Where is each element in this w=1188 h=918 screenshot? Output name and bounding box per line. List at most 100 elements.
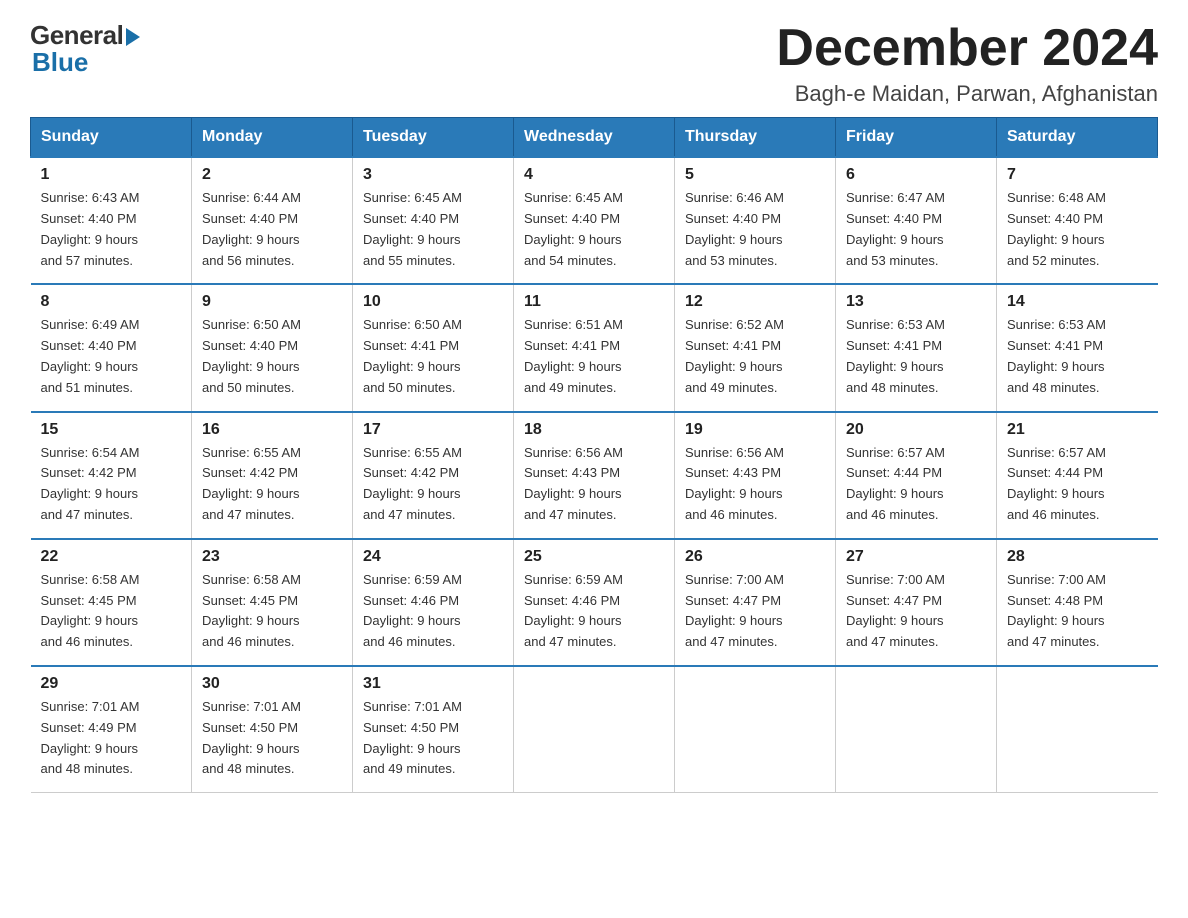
location-text: Bagh-e Maidan, Parwan, Afghanistan [776, 81, 1158, 107]
day-info: Sunrise: 6:47 AMSunset: 4:40 PMDaylight:… [846, 188, 986, 271]
calendar-cell: 3Sunrise: 6:45 AMSunset: 4:40 PMDaylight… [353, 157, 514, 284]
day-number: 7 [1007, 166, 1148, 184]
day-info: Sunrise: 6:46 AMSunset: 4:40 PMDaylight:… [685, 188, 825, 271]
day-info: Sunrise: 7:00 AMSunset: 4:47 PMDaylight:… [685, 570, 825, 653]
day-number: 28 [1007, 548, 1148, 566]
calendar-cell: 28 Sunrise: 7:00 AMSunset: 4:48 PMDayligh… [997, 539, 1158, 666]
day-info: Sunrise: 6:59 AMSunset: 4:46 PMDaylight:… [363, 570, 503, 653]
weekday-header-monday: Monday [192, 118, 353, 158]
logo: General Blue [30, 20, 140, 78]
day-number: 12 [685, 293, 825, 311]
day-info: Sunrise: 6:50 AMSunset: 4:40 PMDaylight:… [202, 315, 342, 398]
day-number: 13 [846, 293, 986, 311]
logo-triangle-icon [126, 28, 140, 46]
calendar-cell: 22Sunrise: 6:58 AMSunset: 4:45 PMDayligh… [31, 539, 192, 666]
day-number: 14 [1007, 293, 1148, 311]
calendar-cell: 26 Sunrise: 7:00 AMSunset: 4:47 PMDayligh… [675, 539, 836, 666]
day-number: 26 [685, 548, 825, 566]
calendar-cell: 1Sunrise: 6:43 AMSunset: 4:40 PMDaylight… [31, 157, 192, 284]
page-header: General Blue December 2024 Bagh-e Maidan… [30, 20, 1158, 107]
day-number: 10 [363, 293, 503, 311]
day-number: 23 [202, 548, 342, 566]
day-info: Sunrise: 6:59 AMSunset: 4:46 PMDaylight:… [524, 570, 664, 653]
calendar-cell: 16Sunrise: 6:55 AMSunset: 4:42 PMDayligh… [192, 412, 353, 539]
calendar-week-row: 15 Sunrise: 6:54 AMSunset: 4:42 PMDayligh… [31, 412, 1158, 539]
day-info: Sunrise: 6:54 AMSunset: 4:42 PMDaylight:… [41, 443, 182, 526]
day-info: Sunrise: 6:44 AMSunset: 4:40 PMDaylight:… [202, 188, 342, 271]
day-number: 17 [363, 421, 503, 439]
day-info: Sunrise: 7:01 AMSunset: 4:50 PMDaylight:… [202, 697, 342, 780]
calendar-cell: 14 Sunrise: 6:53 AMSunset: 4:41 PMDayligh… [997, 284, 1158, 411]
weekday-header-sunday: Sunday [31, 118, 192, 158]
calendar-cell: 29 Sunrise: 7:01 AMSunset: 4:49 PMDayligh… [31, 666, 192, 793]
calendar-cell: 11 Sunrise: 6:51 AMSunset: 4:41 PMDayligh… [514, 284, 675, 411]
day-number: 29 [41, 675, 182, 693]
calendar-cell: 9Sunrise: 6:50 AMSunset: 4:40 PMDaylight… [192, 284, 353, 411]
calendar-cell [514, 666, 675, 793]
day-info: Sunrise: 6:48 AMSunset: 4:40 PMDaylight:… [1007, 188, 1148, 271]
day-number: 24 [363, 548, 503, 566]
weekday-header-friday: Friday [836, 118, 997, 158]
day-number: 3 [363, 166, 503, 184]
calendar-cell: 21 Sunrise: 6:57 AMSunset: 4:44 PMDayligh… [997, 412, 1158, 539]
calendar-week-row: 22Sunrise: 6:58 AMSunset: 4:45 PMDayligh… [31, 539, 1158, 666]
calendar-cell: 31 Sunrise: 7:01 AMSunset: 4:50 PMDayligh… [353, 666, 514, 793]
weekday-header-tuesday: Tuesday [353, 118, 514, 158]
day-number: 2 [202, 166, 342, 184]
day-number: 31 [363, 675, 503, 693]
day-info: Sunrise: 6:58 AMSunset: 4:45 PMDaylight:… [41, 570, 182, 653]
calendar-week-row: 8 Sunrise: 6:49 AMSunset: 4:40 PMDaylight… [31, 284, 1158, 411]
calendar-cell: 4 Sunrise: 6:45 AMSunset: 4:40 PMDaylight… [514, 157, 675, 284]
day-number: 25 [524, 548, 664, 566]
calendar-cell: 19 Sunrise: 6:56 AMSunset: 4:43 PMDayligh… [675, 412, 836, 539]
day-number: 21 [1007, 421, 1148, 439]
calendar-cell: 25 Sunrise: 6:59 AMSunset: 4:46 PMDayligh… [514, 539, 675, 666]
calendar-cell: 15 Sunrise: 6:54 AMSunset: 4:42 PMDayligh… [31, 412, 192, 539]
calendar-cell [675, 666, 836, 793]
day-number: 4 [524, 166, 664, 184]
calendar-cell: 17 Sunrise: 6:55 AMSunset: 4:42 PMDayligh… [353, 412, 514, 539]
month-title: December 2024 [776, 20, 1158, 77]
calendar-cell: 27 Sunrise: 7:00 AMSunset: 4:47 PMDayligh… [836, 539, 997, 666]
day-info: Sunrise: 6:56 AMSunset: 4:43 PMDaylight:… [685, 443, 825, 526]
day-info: Sunrise: 6:51 AMSunset: 4:41 PMDaylight:… [524, 315, 664, 398]
day-number: 20 [846, 421, 986, 439]
calendar-cell: 10 Sunrise: 6:50 AMSunset: 4:41 PMDayligh… [353, 284, 514, 411]
day-info: Sunrise: 7:01 AMSunset: 4:49 PMDaylight:… [41, 697, 182, 780]
day-info: Sunrise: 6:53 AMSunset: 4:41 PMDaylight:… [846, 315, 986, 398]
weekday-header-thursday: Thursday [675, 118, 836, 158]
weekday-header-row: SundayMondayTuesdayWednesdayThursdayFrid… [31, 118, 1158, 158]
calendar-cell: 13 Sunrise: 6:53 AMSunset: 4:41 PMDayligh… [836, 284, 997, 411]
day-number: 11 [524, 293, 664, 311]
logo-blue-text: Blue [30, 47, 88, 78]
day-info: Sunrise: 7:01 AMSunset: 4:50 PMDaylight:… [363, 697, 503, 780]
weekday-header-wednesday: Wednesday [514, 118, 675, 158]
calendar-cell: 2 Sunrise: 6:44 AMSunset: 4:40 PMDaylight… [192, 157, 353, 284]
day-number: 8 [41, 293, 182, 311]
day-info: Sunrise: 7:00 AMSunset: 4:48 PMDaylight:… [1007, 570, 1148, 653]
calendar-cell: 30Sunrise: 7:01 AMSunset: 4:50 PMDayligh… [192, 666, 353, 793]
day-info: Sunrise: 6:56 AMSunset: 4:43 PMDaylight:… [524, 443, 664, 526]
day-info: Sunrise: 6:55 AMSunset: 4:42 PMDaylight:… [363, 443, 503, 526]
day-number: 15 [41, 421, 182, 439]
calendar-cell: 23 Sunrise: 6:58 AMSunset: 4:45 PMDayligh… [192, 539, 353, 666]
day-info: Sunrise: 6:49 AMSunset: 4:40 PMDaylight:… [41, 315, 182, 398]
day-number: 27 [846, 548, 986, 566]
day-info: Sunrise: 6:53 AMSunset: 4:41 PMDaylight:… [1007, 315, 1148, 398]
day-info: Sunrise: 6:50 AMSunset: 4:41 PMDaylight:… [363, 315, 503, 398]
title-block: December 2024 Bagh-e Maidan, Parwan, Afg… [776, 20, 1158, 107]
day-info: Sunrise: 6:57 AMSunset: 4:44 PMDaylight:… [846, 443, 986, 526]
calendar-cell: 7 Sunrise: 6:48 AMSunset: 4:40 PMDaylight… [997, 157, 1158, 284]
day-number: 19 [685, 421, 825, 439]
calendar-table: SundayMondayTuesdayWednesdayThursdayFrid… [30, 117, 1158, 793]
day-info: Sunrise: 6:58 AMSunset: 4:45 PMDaylight:… [202, 570, 342, 653]
day-info: Sunrise: 7:00 AMSunset: 4:47 PMDaylight:… [846, 570, 986, 653]
day-info: Sunrise: 6:57 AMSunset: 4:44 PMDaylight:… [1007, 443, 1148, 526]
day-info: Sunrise: 6:52 AMSunset: 4:41 PMDaylight:… [685, 315, 825, 398]
calendar-cell: 20 Sunrise: 6:57 AMSunset: 4:44 PMDayligh… [836, 412, 997, 539]
day-info: Sunrise: 6:45 AMSunset: 4:40 PMDaylight:… [524, 188, 664, 271]
calendar-cell: 8 Sunrise: 6:49 AMSunset: 4:40 PMDaylight… [31, 284, 192, 411]
calendar-cell: 6Sunrise: 6:47 AMSunset: 4:40 PMDaylight… [836, 157, 997, 284]
weekday-header-saturday: Saturday [997, 118, 1158, 158]
calendar-cell: 24 Sunrise: 6:59 AMSunset: 4:46 PMDayligh… [353, 539, 514, 666]
